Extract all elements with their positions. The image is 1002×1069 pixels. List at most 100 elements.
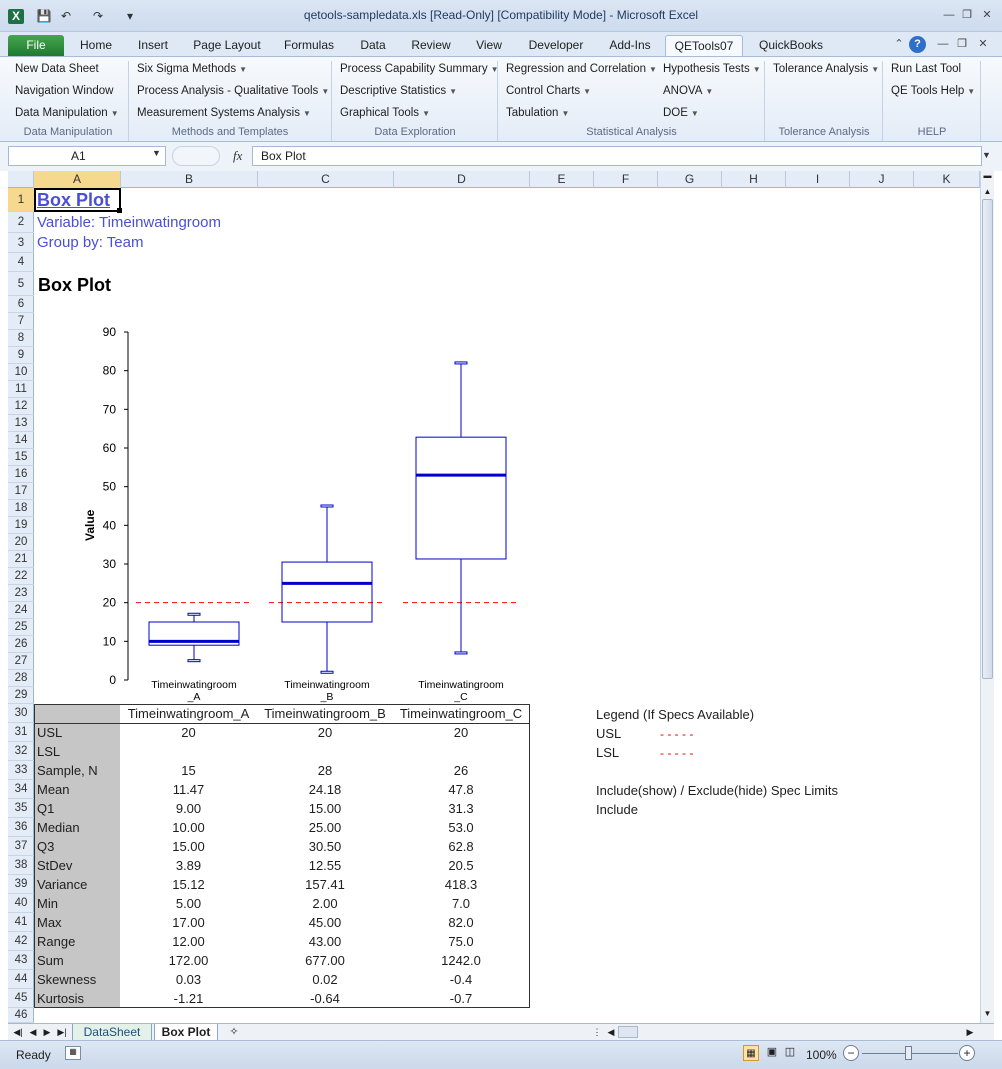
- row-header[interactable]: 11: [8, 381, 34, 398]
- doe-button[interactable]: DOE ▼: [663, 107, 699, 119]
- zoom-in-icon[interactable]: +: [959, 1045, 975, 1061]
- row-header[interactable]: 20: [8, 534, 34, 551]
- sheet-title[interactable]: Box Plot: [37, 190, 110, 211]
- column-header-e[interactable]: E: [530, 171, 594, 188]
- workbook-close-icon[interactable]: ✕: [976, 38, 990, 51]
- row-header[interactable]: 28: [8, 670, 34, 687]
- name-box-dropdown-icon[interactable]: ▼: [152, 148, 161, 158]
- collapse-ribbon-icon[interactable]: ⌃: [892, 38, 906, 51]
- scroll-up-icon[interactable]: ▲: [981, 185, 994, 199]
- macro-record-icon[interactable]: ▦: [65, 1046, 81, 1060]
- run-last-tool-button[interactable]: Run Last Tool: [891, 63, 961, 75]
- row-header[interactable]: 26: [8, 636, 34, 653]
- row-header[interactable]: 1: [8, 188, 34, 212]
- row-header[interactable]: 15: [8, 449, 34, 466]
- row-header[interactable]: 29: [8, 687, 34, 704]
- row-header[interactable]: 4: [8, 253, 34, 272]
- name-box[interactable]: A1: [8, 146, 166, 166]
- row-header[interactable]: 23: [8, 585, 34, 602]
- tab-qetools07[interactable]: QETools07: [665, 35, 743, 56]
- process-analysis-button[interactable]: Process Analysis - Qualitative Tools ▼: [137, 85, 329, 97]
- row-header[interactable]: 43: [8, 951, 34, 970]
- scroll-down-icon[interactable]: ▼: [981, 1007, 994, 1021]
- column-header-b[interactable]: B: [121, 171, 258, 188]
- row-header[interactable]: 35: [8, 799, 34, 818]
- row-header[interactable]: 34: [8, 780, 34, 799]
- tab-page-layout[interactable]: Page Layout: [186, 35, 268, 56]
- tab-review[interactable]: Review: [404, 35, 458, 56]
- row-header[interactable]: 39: [8, 875, 34, 894]
- box-plot-chart[interactable]: 0 10 20 30 40 50 60 70 80 90 Value Timeinwatingroom…: [34, 318, 534, 704]
- fill-handle[interactable]: [117, 208, 122, 213]
- row-header[interactable]: 36: [8, 818, 34, 837]
- page-layout-view-icon[interactable]: ▣: [764, 1045, 780, 1061]
- row-header[interactable]: 13: [8, 415, 34, 432]
- insert-sheet-icon[interactable]: ✧: [224, 1024, 244, 1041]
- hypothesis-tests-button[interactable]: Hypothesis Tests ▼: [663, 63, 761, 75]
- navigation-window-button[interactable]: Navigation Window: [15, 85, 113, 97]
- tab-view[interactable]: View: [466, 35, 512, 56]
- column-header-k[interactable]: K: [914, 171, 980, 188]
- column-header-j[interactable]: J: [850, 171, 914, 188]
- row-header[interactable]: 27: [8, 653, 34, 670]
- select-all-corner[interactable]: [8, 171, 34, 188]
- descriptive-statistics-button[interactable]: Descriptive Statistics ▼: [340, 85, 457, 97]
- sheet-tab-box-plot[interactable]: Box Plot: [154, 1024, 218, 1041]
- row-header[interactable]: 32: [8, 742, 34, 761]
- scroll-thumb[interactable]: [982, 199, 993, 679]
- last-sheet-icon[interactable]: ▶|: [56, 1024, 68, 1041]
- row-header[interactable]: 41: [8, 913, 34, 932]
- process-capability-summary-button[interactable]: Process Capability Summary ▼: [340, 63, 499, 75]
- regression-correlation-button[interactable]: Regression and Correlation ▼: [506, 63, 657, 75]
- row-header[interactable]: 40: [8, 894, 34, 913]
- row-header[interactable]: 38: [8, 856, 34, 875]
- expand-formula-bar-icon[interactable]: ▼: [982, 150, 991, 160]
- prev-sheet-icon[interactable]: ◀: [28, 1024, 38, 1041]
- row-header[interactable]: 45: [8, 989, 34, 1008]
- row-header[interactable]: 5: [8, 272, 34, 296]
- row-header[interactable]: 25: [8, 619, 34, 636]
- row-header[interactable]: 42: [8, 932, 34, 951]
- row-header[interactable]: 33: [8, 761, 34, 780]
- split-box[interactable]: ▬: [981, 171, 994, 183]
- page-break-view-icon[interactable]: ◫: [782, 1045, 798, 1061]
- column-header-h[interactable]: H: [722, 171, 786, 188]
- row-header[interactable]: 16: [8, 466, 34, 483]
- row-header[interactable]: 19: [8, 517, 34, 534]
- tab-home[interactable]: Home: [72, 35, 120, 56]
- row-header[interactable]: 30: [8, 704, 34, 723]
- new-data-sheet-button[interactable]: New Data Sheet: [15, 63, 99, 75]
- zoom-slider-thumb[interactable]: [905, 1046, 912, 1060]
- column-header-d[interactable]: D: [394, 171, 530, 188]
- insert-function-icon[interactable]: fx: [233, 148, 242, 164]
- row-header[interactable]: 18: [8, 500, 34, 517]
- measurement-systems-analysis-button[interactable]: Measurement Systems Analysis ▼: [137, 107, 311, 119]
- data-manipulation-button[interactable]: Data Manipulation ▼: [15, 107, 119, 119]
- row-header[interactable]: 3: [8, 233, 34, 253]
- zoom-out-icon[interactable]: −: [843, 1045, 859, 1061]
- column-header-g[interactable]: G: [658, 171, 722, 188]
- row-header[interactable]: 9: [8, 347, 34, 364]
- graphical-tools-button[interactable]: Graphical Tools ▼: [340, 107, 430, 119]
- next-sheet-icon[interactable]: ▶: [42, 1024, 52, 1041]
- first-sheet-icon[interactable]: ◀|: [12, 1024, 24, 1041]
- include-value[interactable]: Include: [596, 802, 638, 817]
- control-charts-button[interactable]: Control Charts ▼: [506, 85, 591, 97]
- row-header[interactable]: 14: [8, 432, 34, 449]
- formula-bar-resize-handle[interactable]: [172, 146, 220, 166]
- scroll-right-icon[interactable]: ▶: [964, 1024, 976, 1041]
- row-header[interactable]: 10: [8, 364, 34, 381]
- tab-file[interactable]: File: [8, 35, 64, 56]
- row-header[interactable]: 24: [8, 602, 34, 619]
- sheet-tab-datasheet[interactable]: DataSheet: [72, 1024, 152, 1041]
- tab-insert[interactable]: Insert: [128, 35, 178, 56]
- scroll-left-icon[interactable]: ◀: [606, 1024, 616, 1041]
- close-icon[interactable]: ✕: [980, 9, 994, 22]
- row-header[interactable]: 21: [8, 551, 34, 568]
- minimize-icon[interactable]: —: [942, 9, 956, 22]
- tab-add-ins[interactable]: Add-Ins: [600, 35, 660, 56]
- row-header[interactable]: 7: [8, 313, 34, 330]
- row-header[interactable]: 17: [8, 483, 34, 500]
- formula-input[interactable]: Box Plot: [252, 146, 982, 166]
- row-header[interactable]: 6: [8, 296, 34, 313]
